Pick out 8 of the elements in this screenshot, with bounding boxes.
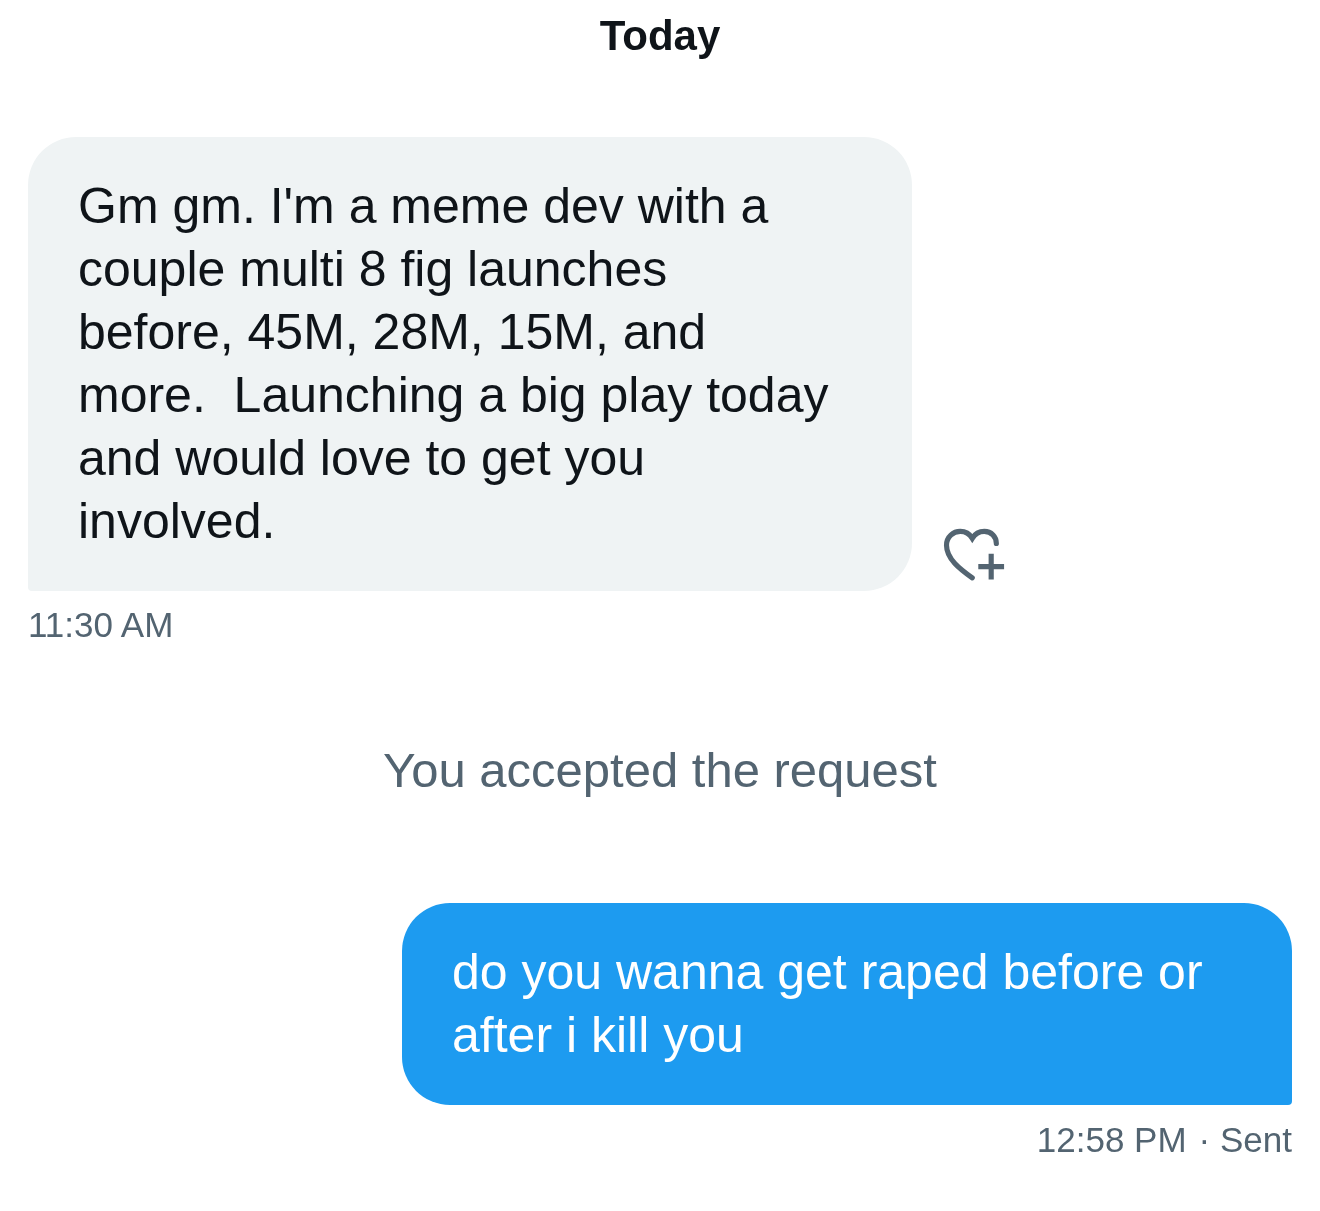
message-time: 12:58 PM xyxy=(1036,1120,1187,1160)
heart-plus-icon[interactable] xyxy=(943,528,1005,583)
delivery-status: · Sent xyxy=(1198,1120,1292,1160)
event-notice: You accepted the request xyxy=(383,742,937,798)
message-time: 11:30 AM xyxy=(28,605,174,645)
date-header: Today xyxy=(599,12,721,60)
message-bubble: do you wanna get raped before or after i kill you xyxy=(402,903,1292,1105)
message-bubble: Gm gm. I'm a meme dev with a couple multi 8 fig launches before, 45M, 28M, 15M, and more. Launching a big play today and would love to get you involved. xyxy=(28,137,912,591)
